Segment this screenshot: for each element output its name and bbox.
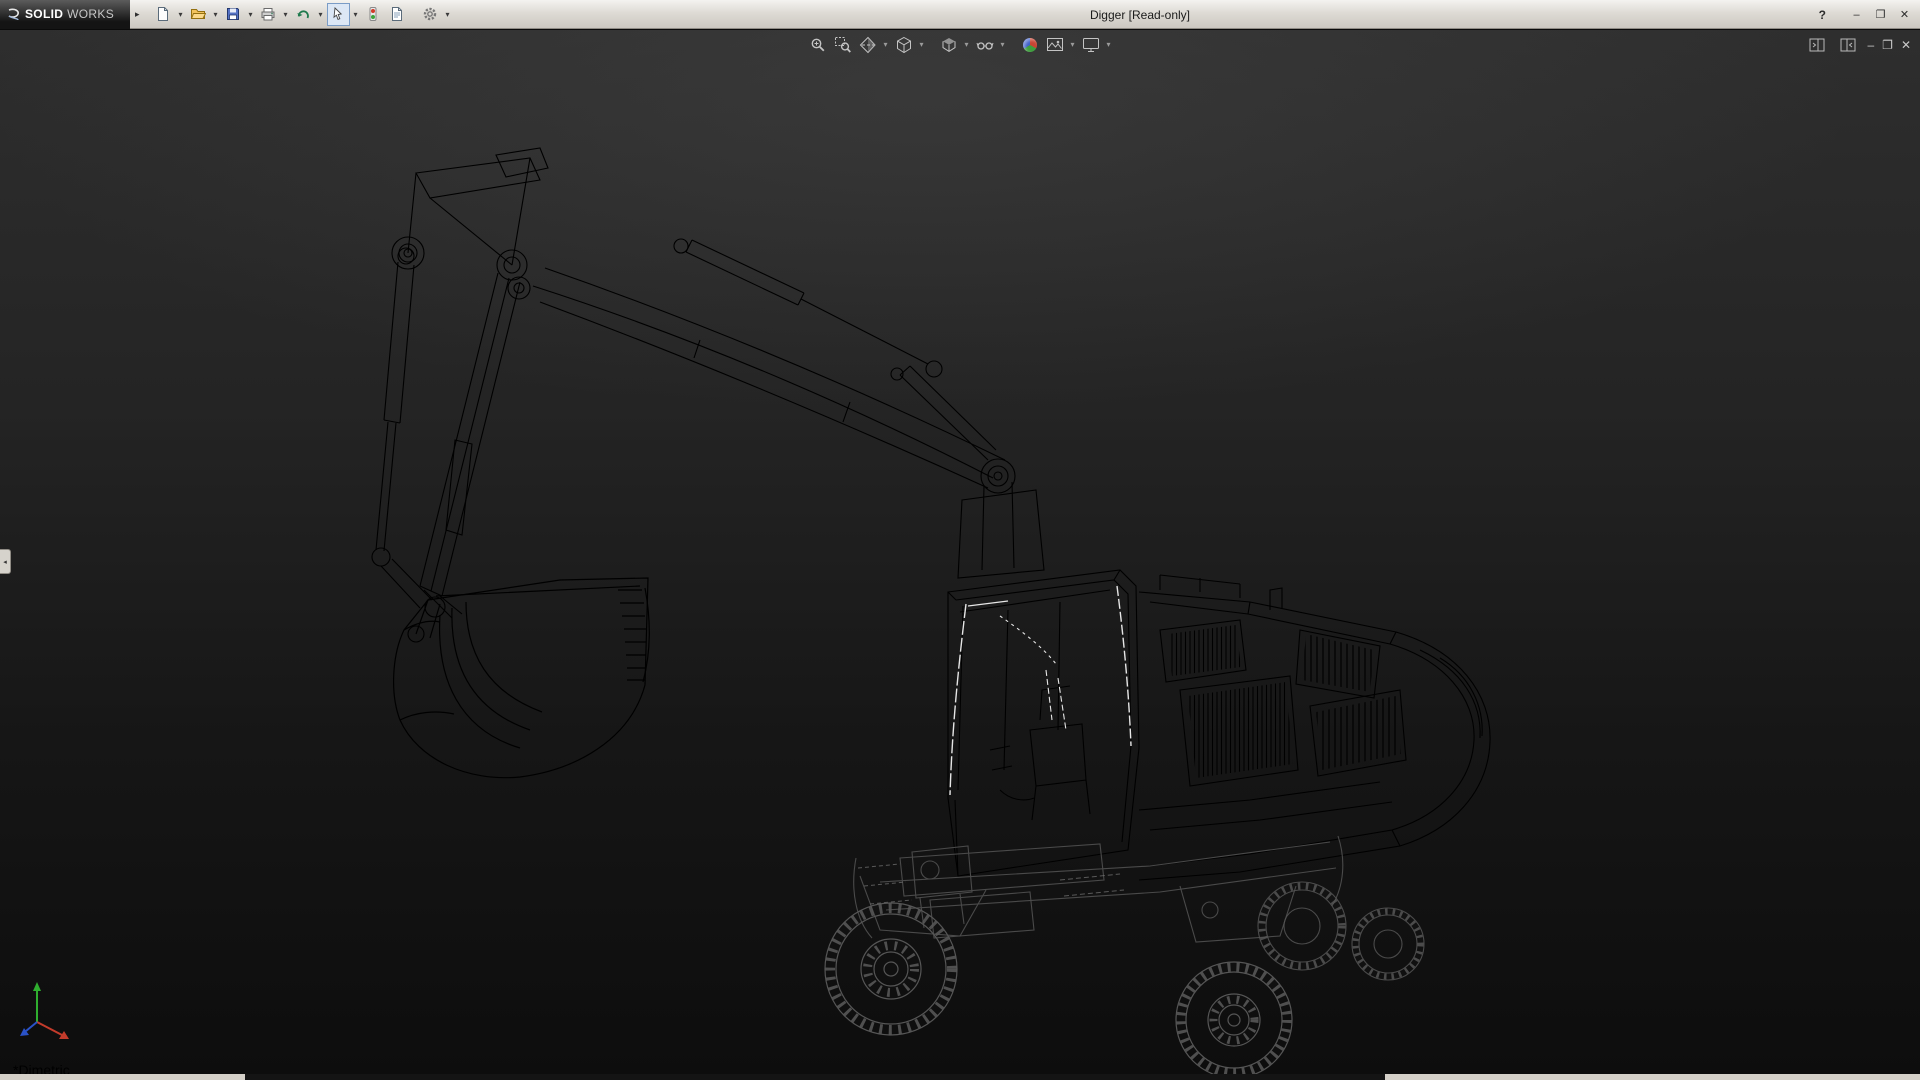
turret-pivot-wireframe bbox=[958, 459, 1044, 578]
view-orientation-cube-icon bbox=[895, 36, 913, 54]
dropdown-arrow-icon[interactable]: ▾ bbox=[917, 40, 926, 49]
dropdown-arrow-icon[interactable]: ▾ bbox=[1104, 40, 1113, 49]
new-document-icon bbox=[155, 6, 171, 22]
zoom-to-fit-button[interactable] bbox=[806, 34, 829, 55]
open-folder-icon bbox=[190, 6, 206, 22]
undercarriage-wireframe bbox=[854, 836, 1343, 942]
apply-scene-icon bbox=[1046, 36, 1064, 54]
cab-wireframe bbox=[948, 570, 1139, 876]
far-side-wheels bbox=[1258, 882, 1424, 980]
bucket-wireframe bbox=[394, 578, 650, 778]
window-controls: ? – ❐ ✕ bbox=[1819, 0, 1912, 29]
view-settings-monitor-icon bbox=[1082, 36, 1100, 54]
edit-appearance-sphere-icon bbox=[1023, 38, 1037, 52]
document-close-button[interactable]: ✕ bbox=[1901, 36, 1911, 54]
close-button[interactable]: ✕ bbox=[1897, 8, 1912, 21]
apply-scene-button[interactable] bbox=[1043, 34, 1066, 55]
dropdown-arrow-icon[interactable]: ▾ bbox=[281, 3, 291, 26]
dropdown-arrow-icon[interactable]: ▾ bbox=[962, 40, 971, 49]
cab-highlight-edges bbox=[950, 586, 1131, 795]
heads-up-view-toolbar: ▾ ▾ ▾ ▾ bbox=[806, 34, 1113, 55]
maximize-button[interactable]: ❐ bbox=[1873, 8, 1888, 21]
open-button[interactable] bbox=[187, 3, 210, 26]
brand-text-solid: SOLID bbox=[25, 7, 63, 21]
triad-y-axis bbox=[33, 982, 41, 991]
dropdown-arrow-icon[interactable]: ▾ bbox=[881, 40, 890, 49]
digger-wireframe-model bbox=[0, 30, 1920, 1074]
panel-toggle-left-icon bbox=[1809, 38, 1825, 52]
feature-manager-collapse-tab[interactable]: ◂ bbox=[0, 549, 11, 574]
wheels-wireframe bbox=[825, 882, 1424, 1074]
undo-arrow-icon bbox=[295, 6, 311, 22]
select-cursor-icon bbox=[330, 6, 346, 22]
dropdown-arrow-icon[interactable]: ▾ bbox=[998, 40, 1007, 49]
save-floppy-icon bbox=[225, 6, 241, 22]
rebuild-traffic-light-icon bbox=[365, 6, 381, 22]
title-bar: SOLID WORKS ▸ ▾ ▾ bbox=[0, 0, 1920, 29]
front-wheel bbox=[825, 903, 957, 1035]
zoom-to-area-button[interactable] bbox=[831, 34, 854, 55]
document-title: Digger [Read-only] bbox=[990, 8, 1290, 22]
display-style-button[interactable] bbox=[937, 34, 960, 55]
dropdown-arrow-icon[interactable]: ▾ bbox=[316, 3, 326, 26]
display-style-cube-icon bbox=[940, 36, 958, 54]
status-bar-segment bbox=[245, 1074, 1385, 1080]
dropdown-arrow-icon[interactable]: ▾ bbox=[351, 3, 361, 26]
new-document-button[interactable] bbox=[152, 3, 175, 26]
dropdown-arrow-icon[interactable]: ▾ bbox=[211, 3, 221, 26]
zoom-to-fit-icon bbox=[809, 36, 827, 54]
status-bar bbox=[0, 1074, 1920, 1080]
zoom-to-area-icon bbox=[834, 36, 852, 54]
rear-wheel bbox=[1176, 962, 1292, 1074]
solidworks-window: SOLID WORKS ▸ ▾ ▾ bbox=[0, 0, 1920, 1080]
file-properties-icon bbox=[389, 6, 405, 22]
document-restore-button[interactable]: ❐ bbox=[1882, 36, 1893, 54]
menu-expand-icon[interactable]: ▸ bbox=[135, 9, 140, 20]
edit-appearance-button[interactable] bbox=[1018, 34, 1041, 55]
solidworks-logo[interactable]: SOLID WORKS bbox=[0, 0, 130, 29]
graphics-area[interactable]: ▾ ▾ ▾ ▾ bbox=[0, 30, 1920, 1074]
document-minimize-button[interactable]: – bbox=[1867, 36, 1874, 54]
hide-show-items-button[interactable] bbox=[973, 34, 996, 55]
print-button[interactable] bbox=[257, 3, 280, 26]
body-wireframe bbox=[1139, 575, 1490, 880]
standard-toolbar: ▾ ▾ ▾ bbox=[152, 3, 453, 26]
dropdown-arrow-icon[interactable]: ▾ bbox=[443, 3, 453, 26]
section-view-button[interactable] bbox=[856, 34, 879, 55]
document-window-controls: – ❐ ✕ bbox=[1805, 34, 1911, 55]
options-gear-icon bbox=[422, 6, 438, 22]
select-button[interactable] bbox=[327, 3, 350, 26]
3ds-logo-icon bbox=[6, 7, 21, 22]
print-icon bbox=[260, 6, 276, 22]
view-settings-button[interactable] bbox=[1079, 34, 1102, 55]
help-button[interactable]: ? bbox=[1819, 8, 1826, 22]
dropdown-arrow-icon[interactable]: ▾ bbox=[1068, 40, 1077, 49]
undo-button[interactable] bbox=[292, 3, 315, 26]
view-orientation-label: *Dimetric bbox=[13, 1062, 70, 1074]
rebuild-button[interactable] bbox=[362, 3, 385, 26]
file-properties-button[interactable] bbox=[386, 3, 409, 26]
hide-show-glasses-icon bbox=[976, 36, 994, 54]
options-button[interactable] bbox=[419, 3, 442, 26]
view-orientation-button[interactable] bbox=[892, 34, 915, 55]
panel-toggle-left-button[interactable] bbox=[1805, 34, 1828, 55]
dropdown-arrow-icon[interactable]: ▾ bbox=[176, 3, 186, 26]
minimize-button[interactable]: – bbox=[1849, 9, 1864, 21]
dropdown-arrow-icon[interactable]: ▾ bbox=[246, 3, 256, 26]
panel-toggle-right-icon bbox=[1840, 38, 1856, 52]
brand-text-works: WORKS bbox=[67, 7, 114, 21]
boom-arm-wireframe bbox=[372, 148, 1005, 642]
panel-toggle-right-button[interactable] bbox=[1836, 34, 1859, 55]
save-button[interactable] bbox=[222, 3, 245, 26]
orientation-triad[interactable] bbox=[13, 976, 85, 1048]
section-view-icon bbox=[859, 36, 877, 54]
collapse-arrow-icon: ◂ bbox=[3, 558, 7, 566]
